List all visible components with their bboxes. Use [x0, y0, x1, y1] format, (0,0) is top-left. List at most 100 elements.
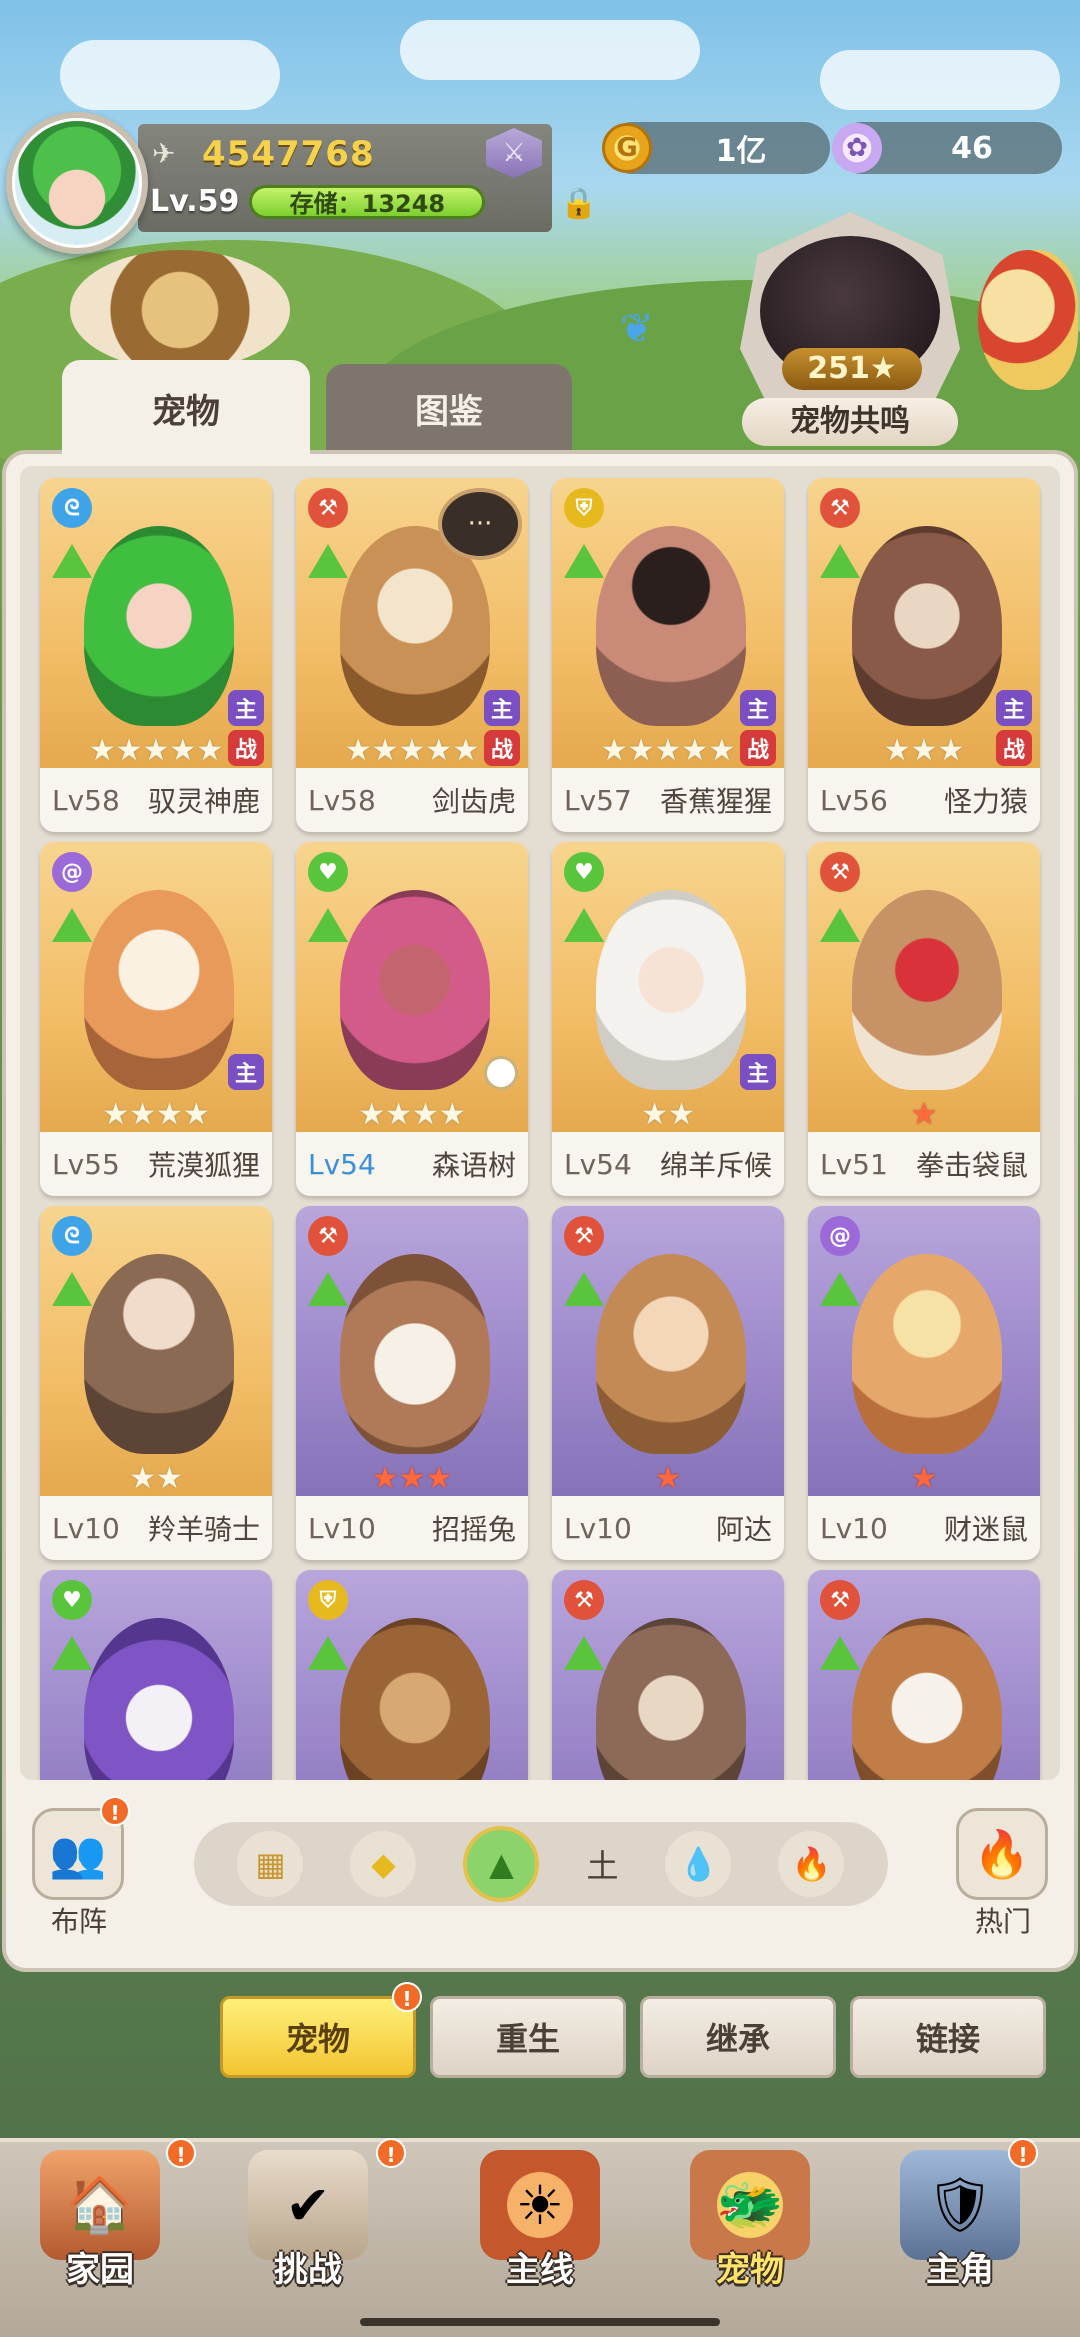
coin-currency[interactable]: G 1亿	[602, 122, 830, 174]
earth-triangle-icon	[820, 908, 860, 942]
water-drop-icon: 💧	[678, 1845, 719, 1883]
pet-stars: ★★★★★	[344, 733, 480, 768]
pet-card-footer: Lv10 财迷鼠	[808, 1496, 1040, 1560]
pet-stars: ★★★★★	[88, 733, 224, 768]
rebirth-button[interactable]: 重生	[430, 1996, 626, 2078]
earth-triangle-icon	[52, 544, 92, 578]
butterfly-icon: ❦	[620, 306, 654, 352]
fire-axe-element-icon: ⚒	[308, 488, 348, 528]
pet-portrait	[852, 1254, 1002, 1454]
storage-bar[interactable]: 存储：13248	[249, 184, 486, 219]
rank-badge-icon[interactable]: ⚔	[486, 128, 542, 178]
pet-card[interactable]: ⚒ 主 战 ★★★ Lv56 怪力猿	[808, 478, 1040, 832]
coin-amount: 1亿	[715, 134, 767, 169]
pet-level: Lv58	[308, 783, 376, 817]
shell-currency[interactable]: ✿ 46	[832, 122, 1062, 174]
pet-card[interactable]: ᘓ ★★ Lv10 羚羊骑士	[40, 1206, 272, 1560]
home-indicator[interactable]	[360, 2318, 720, 2326]
filter-fire-button[interactable]: 🔥	[778, 1831, 845, 1897]
coin-icon: G	[602, 123, 652, 173]
tab-pets[interactable]: 宠物	[62, 360, 310, 456]
fire-axe-element-icon: ⚒	[820, 1580, 860, 1620]
level-row: Lv.59 存储：13248	[150, 184, 486, 219]
filter-all-button[interactable]: ▦	[237, 1831, 304, 1897]
shield-element-icon: ⛨	[308, 1580, 348, 1620]
wing-icon: ✈	[152, 137, 176, 170]
earth-triangle-icon	[820, 1636, 860, 1670]
pet-card[interactable]: ⛨	[296, 1570, 528, 1780]
fire-element-icon: 🔥	[791, 1845, 832, 1883]
tab-book[interactable]: 图鉴	[326, 364, 572, 452]
pet-card[interactable]: ♥ ★★★★ Lv54 森语树	[296, 842, 528, 1196]
pet-card-art: ⚒ ★	[552, 1206, 784, 1496]
pets-function-button[interactable]: 宠物	[220, 1996, 416, 2078]
filter-water-button[interactable]: 💧	[665, 1831, 732, 1897]
nav-home[interactable]: 🏠 家园	[10, 2140, 190, 2320]
pet-card-art: ♥ ★★★★	[296, 842, 528, 1132]
pet-card-art: ♥	[40, 1570, 272, 1780]
nav-hero-label: 主角	[926, 2250, 994, 2290]
lineup-label: 布阵	[50, 1905, 107, 1938]
pet-level: Lv10	[308, 1511, 376, 1545]
heart-element-icon: ♥	[564, 852, 604, 892]
pet-card[interactable]: ⚒ ★★★ Lv10 招摇兔	[296, 1206, 528, 1560]
pet-card[interactable]: ᘓ 主 战 ★★★★★ Lv58 驭灵神鹿	[40, 478, 272, 832]
chat-bubble-icon[interactable]: ···	[438, 488, 522, 560]
filter-earth-button[interactable]: ▲	[463, 1826, 540, 1902]
pet-name: 拳击袋鼠	[915, 1149, 1028, 1182]
grid-icon: ▦	[255, 1845, 286, 1883]
pet-level: Lv57	[564, 783, 632, 817]
pet-card-art: @ 主 ★★★★	[40, 842, 272, 1132]
pet-card[interactable]: ⚒	[552, 1570, 784, 1780]
pet-portrait	[852, 1618, 1002, 1780]
earth-triangle-icon	[820, 1272, 860, 1306]
pet-card-art: ⚒ 主 战 ★★★	[808, 478, 1040, 768]
nav-main-quest[interactable]: ☀ 主线	[450, 2140, 630, 2320]
player-avatar[interactable]	[6, 112, 148, 254]
pet-level: Lv55	[52, 1147, 120, 1181]
resonance-label[interactable]: 宠物共鸣	[742, 398, 958, 446]
pet-stars: ★★★	[883, 733, 965, 768]
main-tag: 主	[228, 690, 264, 726]
pet-card-art: ⚒ ★	[808, 842, 1040, 1132]
pet-card[interactable]: ⚒	[808, 1570, 1040, 1780]
pet-card-art: ⚒	[552, 1570, 784, 1780]
pet-portrait	[596, 1254, 746, 1454]
pet-card-footer: Lv58 驭灵神鹿	[40, 768, 272, 832]
earth-triangle-icon	[52, 908, 92, 942]
pet-name: 怪力猿	[943, 785, 1028, 818]
earth-triangle-icon	[564, 1272, 604, 1306]
hot-label: 热门	[974, 1905, 1031, 1938]
nav-pets[interactable]: 🐲 宠物	[660, 2140, 840, 2320]
pet-stars: ★★	[129, 1461, 183, 1496]
earth-triangle-icon	[564, 1636, 604, 1670]
heart-element-icon: ♥	[308, 852, 348, 892]
pet-stars: ★	[654, 1461, 682, 1496]
pet-card[interactable]: ♥	[40, 1570, 272, 1780]
pet-name: 财迷鼠	[943, 1513, 1028, 1546]
spiral-element-icon: @	[52, 852, 92, 892]
pet-card[interactable]: ⚒ ··· 主 战 ★★★★★ Lv58 剑齿虎	[296, 478, 528, 832]
pet-card[interactable]: ⛨ 主 战 ★★★★★ Lv57 香蕉猩猩	[552, 478, 784, 832]
pet-card[interactable]: @ ★ Lv10 财迷鼠	[808, 1206, 1040, 1560]
fire-axe-element-icon: ⚒	[820, 852, 860, 892]
nav-challenge[interactable]: ✔ 挑战	[218, 2140, 398, 2320]
lock-icon[interactable]: 🔒	[560, 186, 597, 226]
pet-level: Lv56	[820, 783, 888, 817]
main-tag: 主	[484, 690, 520, 726]
pet-card[interactable]: ⚒ ★ Lv51 拳击袋鼠	[808, 842, 1040, 1196]
resonance-count: 251★	[782, 348, 922, 390]
pet-card[interactable]: ⚒ ★ Lv10 阿达	[552, 1206, 784, 1560]
heart-element-icon: ♥	[52, 1580, 92, 1620]
pet-level: Lv54	[308, 1147, 376, 1181]
pet-card[interactable]: ♥ 主 ★★ Lv54 绵羊斥候	[552, 842, 784, 1196]
pet-card-art: @ ★	[808, 1206, 1040, 1496]
hot-button[interactable]: 🔥	[956, 1808, 1048, 1900]
link-button[interactable]: 链接	[850, 1996, 1046, 2078]
nav-main-quest-label: 主线	[506, 2250, 574, 2290]
pet-card[interactable]: @ 主 ★★★★ Lv55 荒漠狐狸	[40, 842, 272, 1196]
pet-card-footer: Lv10 招摇兔	[296, 1496, 528, 1560]
filter-metal-button[interactable]: ◆	[350, 1831, 417, 1897]
inherit-button[interactable]: 继承	[640, 1996, 836, 2078]
rooster-creature-art	[978, 250, 1078, 390]
